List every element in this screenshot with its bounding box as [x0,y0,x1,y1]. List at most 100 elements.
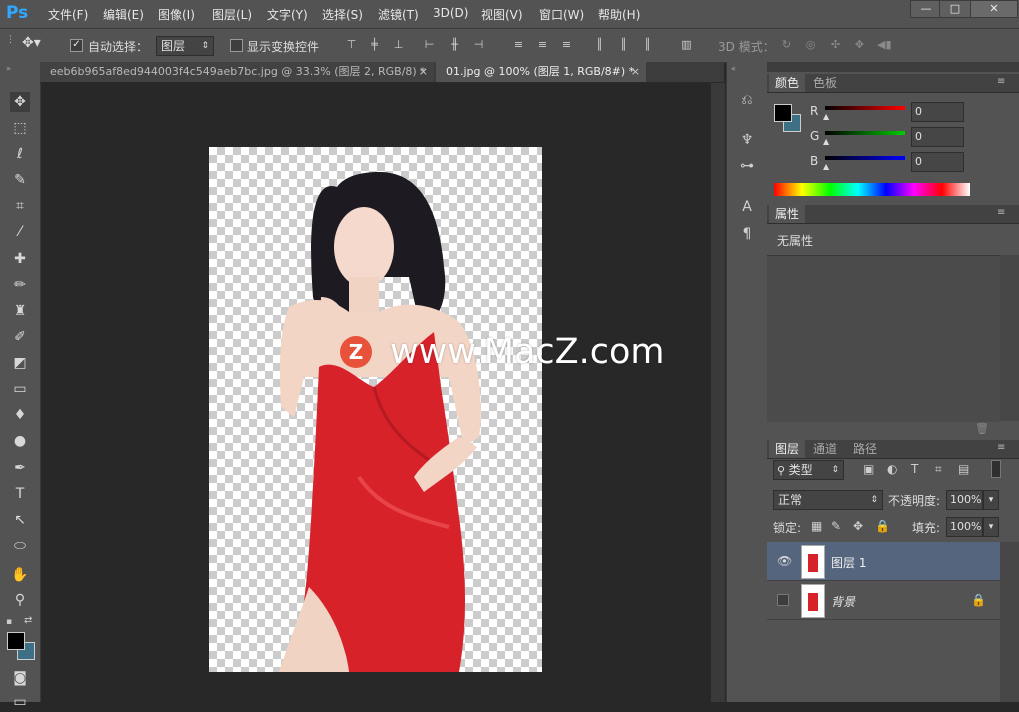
menu-type[interactable]: 文字(Y) [267,6,308,23]
3d-scale-icon[interactable]: ◀▮ [877,39,892,51]
visibility-eye-icon[interactable]: 👁 [777,554,792,568]
r-slider-thumb[interactable]: ▲ [823,112,829,121]
clone-stamp-tool-icon[interactable]: ♜ [10,301,30,321]
menu-image[interactable]: 图像(I) [158,6,195,23]
gradient-tool-icon[interactable]: ▭ [10,379,30,399]
lasso-tool-icon[interactable]: ℓ [10,144,30,164]
distribute-top-icon[interactable]: ≡ [512,39,525,51]
3d-slide-icon[interactable]: ✥ [853,39,866,51]
close-window-button[interactable]: ✕ [970,0,1018,18]
lock-position-icon[interactable]: ✥ [853,519,863,533]
menu-layer[interactable]: 图层(L) [212,6,252,23]
fill-input[interactable]: 100% [946,517,983,537]
foreground-color-swatch[interactable] [7,632,25,650]
lock-transparent-icon[interactable]: ▦ [811,519,822,533]
fill-dropdown-icon[interactable]: ▾ [983,517,999,537]
visibility-toggle-empty[interactable] [777,594,789,606]
b-value-input[interactable]: 0 [911,152,964,172]
path-select-tool-icon[interactable]: ↖ [10,510,30,530]
layer-row-1[interactable]: 👁 图层 1 [767,542,1000,581]
default-colors-icon[interactable]: ▪ [6,617,12,627]
filter-type-icon[interactable]: T [911,462,918,476]
opacity-dropdown-icon[interactable]: ▾ [983,490,999,510]
align-hcenter-icon[interactable]: ╫ [448,39,461,51]
tab-close-icon[interactable]: × [419,62,428,82]
collapse-dock-icon[interactable]: « [731,64,736,73]
blend-mode-dropdown[interactable]: 正常 ⇕ [773,490,883,510]
tab-document-1[interactable]: eeb6b965af8ed944003f4c549aeb7bc.jpg @ 33… [40,62,434,82]
b-slider[interactable] [825,156,905,160]
layer-row-2[interactable]: 背景 🔒 [767,581,1000,620]
filter-pixel-icon[interactable]: ▣ [863,462,874,476]
r-slider[interactable] [825,106,905,110]
type-tool-icon[interactable]: T [10,484,30,504]
screen-mode-icon[interactable]: ▭ [10,692,30,712]
show-transform-checkbox[interactable] [230,39,243,52]
filter-adjustment-icon[interactable]: ◐ [887,462,897,476]
eyedropper-tool-icon[interactable]: ⁄ [10,222,30,242]
menu-select[interactable]: 选择(S) [322,6,363,23]
pen-tool-icon[interactable]: ✒ [10,458,30,478]
distribute-hcenter-icon[interactable]: ║ [617,39,630,51]
layers-scrollbar[interactable] [1000,542,1019,702]
align-bottom-icon[interactable]: ⊥ [392,39,405,51]
menu-filter[interactable]: 滤镜(T) [378,6,419,23]
layer-name[interactable]: 背景 [831,593,855,610]
menu-edit[interactable]: 编辑(E) [103,6,144,23]
b-slider-thumb[interactable]: ▲ [823,162,829,171]
3d-pan-icon[interactable]: ✣ [829,39,842,51]
panel-menu-icon[interactable]: ≡ [997,76,1005,87]
distribute-left-icon[interactable]: ║ [593,39,606,51]
canvas-scrollbar[interactable] [711,83,725,702]
marquee-tool-icon[interactable]: ⬚ [10,118,30,138]
tab-swatches[interactable]: 色板 [807,74,843,92]
menu-3d[interactable]: 3D(D) [433,6,468,20]
minimize-button[interactable]: — [910,0,942,18]
adjustments-panel-icon[interactable]: ⊶ [737,156,757,176]
align-vcenter-icon[interactable]: ╪ [368,39,381,51]
tab-layers[interactable]: 图层 [769,440,806,458]
quick-select-tool-icon[interactable]: ✎ [10,170,30,190]
auto-align-icon[interactable]: ▥ [680,39,693,51]
distribute-vcenter-icon[interactable]: ≡ [536,39,549,51]
tab-channels[interactable]: 通道 [807,440,843,458]
eraser-tool-icon[interactable]: ◩ [10,353,30,373]
blur-tool-icon[interactable]: ♦ [10,405,30,425]
history-brush-tool-icon[interactable]: ✐ [10,327,30,347]
color-foreground-swatch[interactable] [774,104,792,122]
trash-icon[interactable]: 🗑 [975,422,989,435]
align-left-icon[interactable]: ⊢ [423,39,436,51]
collapse-tools-icon[interactable]: » [6,64,11,73]
tab-close-icon[interactable]: × [631,62,640,82]
menu-view[interactable]: 视图(V) [481,6,523,23]
tab-document-2[interactable]: 01.jpg @ 100% (图层 1, RGB/8#) * × [436,62,646,82]
panel-menu-icon[interactable]: ≡ [997,442,1005,453]
auto-select-checkbox[interactable]: ✓ [70,39,83,52]
dodge-tool-icon[interactable]: ● [10,431,30,451]
history-panel-icon[interactable]: ⎌ [737,90,757,110]
align-right-icon[interactable]: ⊣ [472,39,485,51]
layer-filter-dropdown[interactable]: ⚲ 类型 ⇕ [773,460,844,480]
swap-colors-icon[interactable]: ⇄ [24,615,32,626]
brush-tool-icon[interactable]: ✏ [10,275,30,295]
distribute-bottom-icon[interactable]: ≡ [560,39,573,51]
move-tool-preset-icon[interactable]: ✥▾ [22,35,48,55]
paragraph-panel-icon[interactable]: ¶ [737,224,757,244]
3d-rotate-icon[interactable]: ↻ [780,39,793,51]
properties-scrollbar[interactable] [1000,255,1019,421]
layer-name[interactable]: 图层 1 [831,554,866,571]
color-spectrum-ramp[interactable] [774,183,970,196]
align-top-icon[interactable]: ⊤ [345,39,358,51]
brush-panel-icon[interactable]: ♆ [737,130,757,150]
zoom-tool-icon[interactable]: ⚲ [10,590,30,610]
menu-help[interactable]: 帮助(H) [598,6,640,23]
g-value-input[interactable]: 0 [911,127,964,147]
quick-mask-icon[interactable]: ◙ [10,668,30,688]
character-panel-icon[interactable]: A [737,197,757,217]
filter-toggle[interactable] [991,460,1001,478]
tab-properties[interactable]: 属性 [769,205,806,223]
healing-brush-tool-icon[interactable]: ✚ [10,249,30,269]
3d-roll-icon[interactable]: ◎ [804,39,817,51]
panel-menu-icon[interactable]: ≡ [997,207,1005,218]
crop-tool-icon[interactable]: ⌗ [10,196,30,216]
